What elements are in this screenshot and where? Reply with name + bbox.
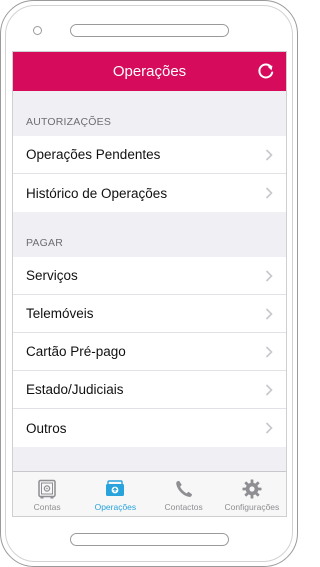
chevron-right-icon	[265, 187, 273, 199]
chevron-right-icon	[265, 422, 273, 434]
section-header-transferir: TRANSFERIR	[13, 447, 286, 473]
vault-icon	[38, 479, 56, 499]
list-item-outros[interactable]: Outros	[13, 409, 286, 447]
tab-operacoes[interactable]: Operações	[81, 472, 149, 516]
list-item-label: Estado/Judiciais	[26, 382, 124, 397]
refresh-icon[interactable]	[256, 61, 276, 81]
gear-icon	[242, 479, 262, 499]
app-header: Operações	[13, 52, 286, 91]
section-header-pagar: PAGAR	[26, 237, 63, 249]
list-autorizacoes: Operações Pendentes Histórico de Operaçõ…	[13, 136, 286, 212]
chevron-right-icon	[265, 269, 273, 282]
list-item-label: Outros	[26, 420, 67, 436]
list-pagar: Serviços Telemóveis Cartão Pré-pago Esta…	[13, 257, 286, 447]
chevron-right-icon	[265, 148, 273, 161]
home-button[interactable]	[70, 533, 229, 546]
phone-icon	[175, 481, 192, 497]
list-item-operacoes-pendentes[interactable]: Operações Pendentes	[13, 136, 286, 174]
tab-label: Contactos	[164, 502, 203, 512]
section-header-autorizacoes: AUTORIZAÇÕES	[26, 116, 112, 128]
chevron-right-icon	[265, 383, 273, 396]
camera	[33, 26, 42, 35]
list-item-label: Telemóveis	[26, 306, 94, 321]
operations-icon	[106, 480, 125, 496]
page-title: Operações	[112, 63, 187, 80]
tab-label: Operações	[94, 502, 137, 512]
tab-label: Contas	[33, 502, 61, 512]
list-item-label: Operações Pendentes	[26, 147, 161, 162]
list-item-servicos[interactable]: Serviços	[13, 257, 286, 295]
tab-contactos[interactable]: Contactos	[150, 472, 218, 516]
phone-frame: Operações AUTORIZAÇÕES Operações Pendent…	[0, 0, 298, 567]
list-item-label: Serviços	[26, 268, 78, 283]
speaker	[70, 24, 229, 37]
chevron-right-icon	[265, 345, 273, 358]
tab-label: Configurações	[224, 502, 280, 512]
list-item-historico-operacoes[interactable]: Histórico de Operações	[13, 174, 286, 212]
list-item-label: Histórico de Operações	[26, 185, 168, 201]
chevron-right-icon	[265, 307, 273, 320]
list-item-label: Cartão Pré-pago	[26, 344, 126, 359]
app-screen: Operações AUTORIZAÇÕES Operações Pendent…	[12, 51, 287, 517]
list-item-estado-judiciais[interactable]: Estado/Judiciais	[13, 371, 286, 409]
list-item-cartao-pre-pago[interactable]: Cartão Pré-pago	[13, 333, 286, 371]
tab-bar: Contas Operações Contactos Configurações	[13, 471, 286, 516]
operations-list[interactable]: AUTORIZAÇÕES Operações Pendentes Históri…	[13, 91, 286, 473]
list-item-telemoveis[interactable]: Telemóveis	[13, 295, 286, 333]
tab-configuracoes[interactable]: Configurações	[218, 472, 286, 516]
tab-contas[interactable]: Contas	[13, 472, 81, 516]
